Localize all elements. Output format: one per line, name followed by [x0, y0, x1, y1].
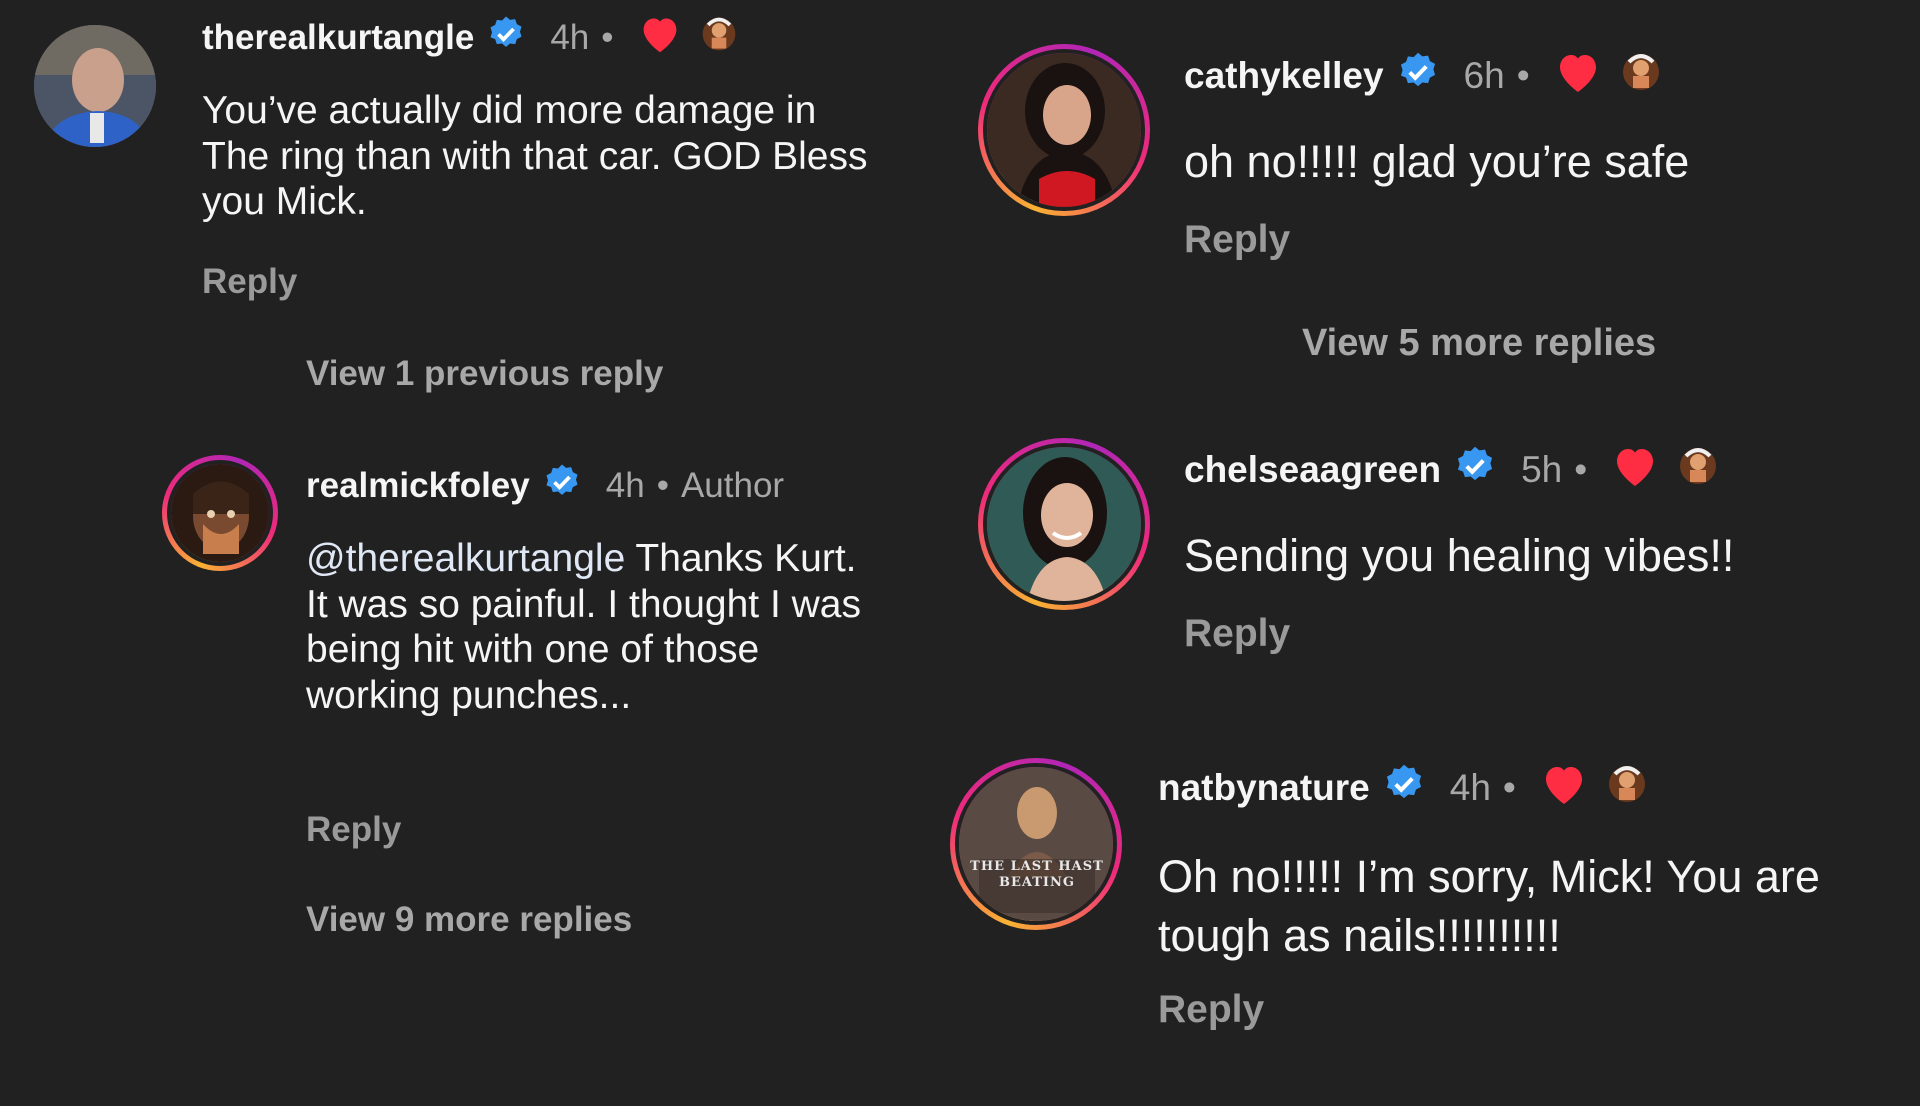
timestamp: 4h: [605, 466, 645, 505]
avatar[interactable]: [978, 438, 1150, 610]
creator-avatar-reaction-icon: [1620, 50, 1662, 103]
separator-dot: •: [1516, 55, 1530, 96]
separator-dot: •: [1502, 767, 1516, 808]
view-more-replies-button[interactable]: View 5 more replies: [1302, 322, 1656, 365]
comment-text: Sending you healing vibes!!: [1184, 530, 1735, 581]
separator-dot: •: [601, 18, 614, 57]
author-label: Author: [680, 466, 785, 505]
username[interactable]: chelseaagreen: [1184, 449, 1441, 491]
view-previous-replies-button[interactable]: View 1 previous reply: [306, 354, 663, 394]
username[interactable]: realmickfoley: [306, 466, 530, 506]
heart-icon[interactable]: [1540, 762, 1588, 815]
separator-dot: •: [656, 466, 669, 505]
avatar-cover-text: THE LAST HAST BEATING: [970, 859, 1104, 891]
heart-icon[interactable]: [1611, 444, 1659, 497]
view-more-replies-button[interactable]: View 9 more replies: [306, 900, 632, 940]
comment-text: @therealkurtangle Thanks Kurt. It was so…: [306, 536, 866, 719]
comment-text: You’ve actually did more damage in The r…: [202, 89, 868, 224]
avatar[interactable]: [34, 25, 156, 147]
separator-dot: •: [1574, 449, 1588, 490]
comment-text: oh no!!!!! glad you’re safe: [1184, 136, 1690, 187]
timestamp: 4h: [1449, 767, 1491, 808]
reply-button[interactable]: Reply: [306, 810, 401, 850]
mention-link[interactable]: @therealkurtangle: [306, 537, 625, 580]
verified-badge-icon: [1453, 444, 1497, 497]
reply-button[interactable]: Reply: [1184, 218, 1290, 262]
verified-badge-icon: [1396, 50, 1440, 103]
reply-button[interactable]: Reply: [202, 262, 297, 302]
reply-button[interactable]: Reply: [1184, 612, 1290, 656]
timestamp: 5h: [1521, 449, 1563, 490]
username[interactable]: therealkurtangle: [202, 18, 474, 58]
timestamp: 4h: [550, 18, 590, 57]
creator-avatar-reaction-icon: [1677, 444, 1719, 497]
avatar[interactable]: [978, 44, 1150, 216]
heart-icon[interactable]: [638, 14, 682, 63]
verified-badge-icon: [542, 462, 582, 511]
username[interactable]: natbynature: [1158, 767, 1370, 809]
verified-badge-icon: [1382, 762, 1426, 815]
comment-text: Oh no!!!!! I’m sorry, Mick! You are toug…: [1158, 851, 1820, 961]
creator-avatar-reaction-icon: [1606, 762, 1648, 815]
avatar[interactable]: [162, 455, 278, 571]
heart-icon[interactable]: [1554, 50, 1602, 103]
creator-avatar-reaction-icon: [700, 14, 738, 63]
avatar[interactable]: THE LAST HAST BEATING: [950, 758, 1122, 930]
reply-button[interactable]: Reply: [1158, 988, 1264, 1032]
verified-badge-icon: [486, 14, 526, 63]
username[interactable]: cathykelley: [1184, 55, 1384, 97]
timestamp: 6h: [1463, 55, 1505, 96]
